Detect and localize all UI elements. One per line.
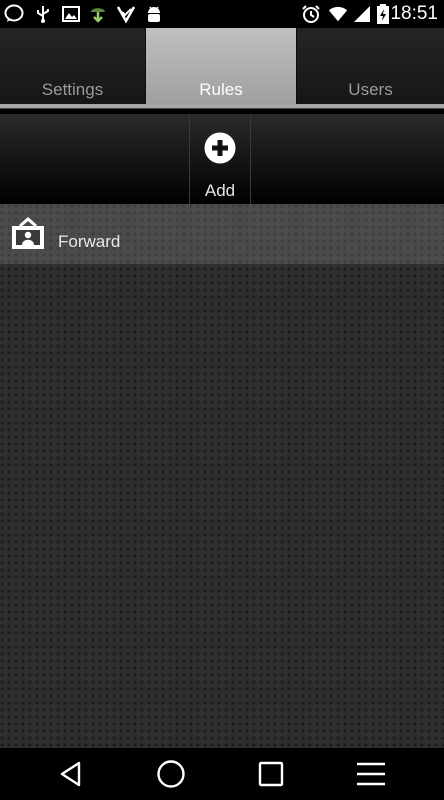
status-clock: 18:51: [390, 3, 438, 24]
tab-rules[interactable]: Rules: [146, 28, 296, 104]
android-debug-icon: [144, 4, 164, 24]
check-icon: [116, 4, 136, 24]
download-icon: [88, 4, 108, 24]
status-bar: 18:51: [0, 0, 444, 28]
back-icon: [60, 761, 81, 787]
menu-icon: [357, 762, 385, 786]
alarm-icon: [301, 4, 321, 24]
wifi-icon: [328, 4, 348, 24]
app-screen: 18:51 Settings Rules Users Add Forward: [0, 0, 444, 800]
usb-icon: [33, 4, 53, 24]
back-button[interactable]: [55, 758, 87, 790]
recents-icon: [258, 761, 284, 787]
signal-icon: [352, 4, 372, 24]
rules-list: Forward: [0, 204, 444, 748]
recents-button[interactable]: [255, 758, 287, 790]
home-icon: [157, 760, 185, 788]
list-item-label: Forward: [58, 232, 121, 251]
action-toolbar: Add: [0, 114, 444, 204]
toolbar-spacer-right: [251, 114, 444, 204]
chat-bubble-icon: [4, 4, 24, 24]
navigation-bar: [0, 748, 444, 800]
tab-bar: Settings Rules Users: [0, 28, 444, 104]
add-button[interactable]: Add: [190, 114, 251, 204]
add-icon: [204, 132, 236, 164]
list-item[interactable]: Forward: [0, 204, 444, 264]
home-button[interactable]: [155, 758, 187, 790]
tab-users[interactable]: Users: [296, 28, 444, 104]
image-icon: [61, 4, 81, 24]
toolbar-spacer-left: [0, 114, 190, 204]
menu-button[interactable]: [355, 758, 387, 790]
tab-settings[interactable]: Settings: [0, 28, 146, 104]
add-label: Add: [204, 181, 236, 200]
forward-rule-icon: [12, 217, 44, 249]
